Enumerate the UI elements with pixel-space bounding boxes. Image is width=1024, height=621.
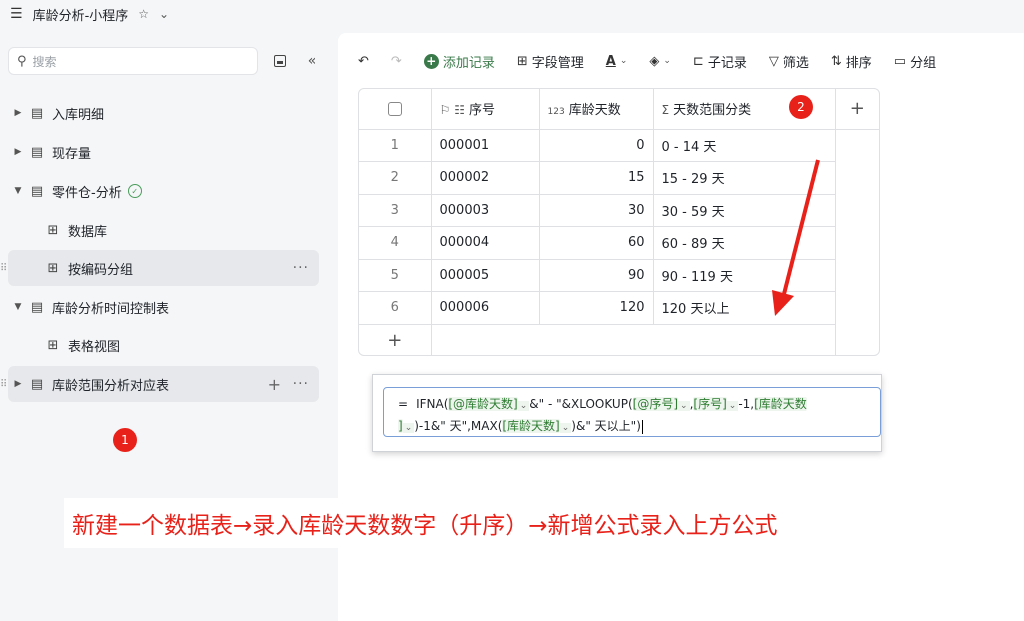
arrow-shaft <box>781 159 820 299</box>
arrow-head <box>772 290 794 316</box>
instruction-caption: 新建一个数据表→录入库龄天数数字（升序）→新增公式录入上方公式 <box>64 498 786 548</box>
